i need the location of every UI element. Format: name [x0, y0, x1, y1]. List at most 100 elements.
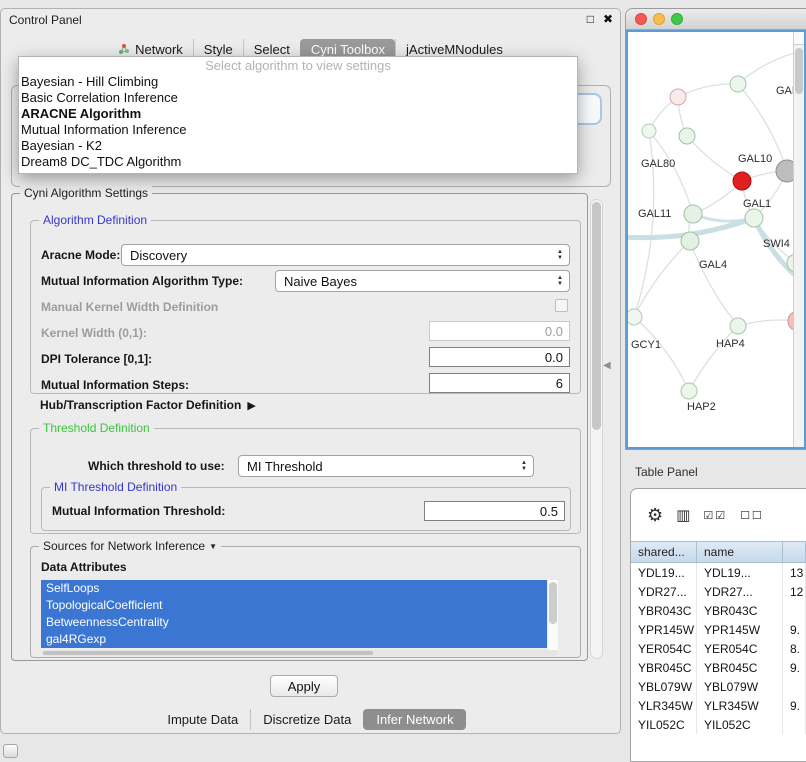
network-node-left1[interactable]: [642, 124, 656, 138]
network-node-gal11[interactable]: [684, 205, 702, 223]
column-header-col-2[interactable]: [783, 542, 806, 562]
table-row[interactable]: YER054CYER054C8.: [631, 639, 806, 658]
apply-button[interactable]: Apply: [270, 675, 338, 697]
network-view-window: GALGAL80GAL10GAL11GAL1SWI4GAL4GCY1HAP4HA…: [625, 8, 806, 450]
table-row[interactable]: YBR043CYBR043C: [631, 601, 806, 620]
column-header-shared[interactable]: shared...: [631, 542, 697, 562]
kernel-width-field[interactable]: 0.0: [429, 321, 570, 341]
which-threshold-select[interactable]: MI Threshold ▲▼: [238, 455, 534, 477]
node-label-swi4: SWI4: [763, 238, 790, 250]
mi-steps-field[interactable]: 6: [429, 373, 570, 393]
bottom-tab-impute-data[interactable]: Impute Data: [155, 709, 250, 730]
scrollbar-thumb[interactable]: [795, 48, 803, 94]
data-attributes-label: Data Attributes: [41, 560, 127, 574]
network-node-gcy1[interactable]: [628, 309, 642, 325]
network-edge: [634, 317, 689, 391]
mi-threshold-group: MI Threshold Definition Mutual Informati…: [41, 487, 571, 531]
network-node-gal4[interactable]: [681, 232, 699, 250]
traffic-light-buttons: [635, 13, 683, 25]
manual-kernel-label: Manual Kernel Width Definition: [41, 300, 218, 314]
splitter-collapse-icon[interactable]: ◀: [603, 360, 611, 371]
table-panel-title: Table Panel: [635, 465, 698, 479]
scrollbar-thumb[interactable]: [592, 202, 601, 430]
algorithm-definition-legend: Algorithm Definition: [39, 213, 151, 227]
float-window-button[interactable]: □: [587, 12, 594, 26]
threshold-definition-legend: Threshold Definition: [39, 421, 154, 435]
attributes-vertical-scrollbar[interactable]: [548, 580, 558, 650]
network-node-hap4[interactable]: [730, 318, 746, 334]
node-label-gcy1: GCY1: [631, 339, 661, 351]
which-threshold-label: Which threshold to use:: [88, 459, 225, 473]
algorithm-option-bayesian-hill-climbing[interactable]: Bayesian - Hill Climbing: [19, 74, 577, 90]
attribute-item-topologicalcoefficient[interactable]: TopologicalCoefficient: [41, 597, 547, 614]
network-node-gal10[interactable]: [776, 160, 794, 182]
settings-scrollbar[interactable]: [590, 199, 603, 659]
table-row[interactable]: YPR145WYPR145W9.: [631, 620, 806, 639]
mi-steps-label: Mutual Information Steps:: [41, 378, 189, 392]
kernel-width-label: Kernel Width (0,1):: [41, 326, 147, 340]
mi-threshold-field[interactable]: 0.5: [424, 501, 565, 521]
dpi-tolerance-field[interactable]: 0.0: [429, 347, 570, 367]
bottom-tab-discretize-data[interactable]: Discretize Data: [250, 709, 363, 730]
control-panel-window: Control Panel □ ✖ NetworkStyleSelectCyni…: [0, 8, 621, 734]
network-node-hap2[interactable]: [681, 383, 697, 399]
mi-algorithm-type-select[interactable]: Naive Bayes ▲▼: [275, 270, 570, 292]
cyni-bottom-tabbar: Impute DataDiscretize DataInfer Network: [1, 709, 620, 730]
network-node-gal80[interactable]: [679, 128, 695, 144]
table-row[interactable]: YIL052CYIL052C: [631, 715, 806, 734]
close-button[interactable]: [635, 13, 647, 25]
network-edge: [738, 52, 794, 84]
table-row[interactable]: YDL19...YDL19...13: [631, 563, 806, 582]
table-row[interactable]: YDR27...YDR27...12: [631, 582, 806, 601]
columns-icon[interactable]: ▥: [676, 506, 690, 524]
expand-hub-icon[interactable]: ▶: [247, 399, 255, 412]
network-node-pink-top[interactable]: [670, 89, 686, 105]
aracne-mode-select[interactable]: Discovery ▲▼: [121, 244, 570, 266]
hub-definition-toggle[interactable]: Hub/Transcription Factor Definition ▶: [40, 398, 256, 412]
bottom-tab-infer-network[interactable]: Infer Network: [363, 709, 465, 730]
scrollbar-button[interactable]: [794, 32, 804, 45]
table-toolbar: ⚙ ▥ ☑☑ ☐☐: [631, 489, 806, 541]
attribute-item-gal4rgexp[interactable]: gal4RGexp: [41, 631, 547, 648]
hide-columns-icon[interactable]: ☐☐: [740, 509, 764, 522]
algorithm-option-aracne-algorithm[interactable]: ARACNE Algorithm: [19, 106, 577, 122]
network-node-green-top[interactable]: [730, 76, 746, 92]
network-edge: [687, 136, 742, 181]
algorithm-option-basic-correlation-inference[interactable]: Basic Correlation Inference: [19, 90, 577, 106]
attribute-item-selfloops[interactable]: SelfLoops: [41, 580, 547, 597]
mi-threshold-label: Mutual Information Threshold:: [52, 504, 225, 518]
algorithm-option-bayesian-k2[interactable]: Bayesian - K2: [19, 138, 577, 154]
show-columns-icon[interactable]: ☑☑: [703, 509, 727, 522]
table-row[interactable]: YBR045CYBR045C9.: [631, 658, 806, 677]
algorithm-dropdown-popup: Select algorithm to view settings Bayesi…: [18, 56, 578, 174]
network-vertical-scrollbar[interactable]: [793, 32, 804, 447]
stepper-icon: ▲▼: [518, 461, 533, 472]
panel-title: Control Panel: [9, 13, 82, 27]
zoom-button[interactable]: [671, 13, 683, 25]
attribute-item-betweennesscentrality[interactable]: BetweennessCentrality: [41, 614, 547, 631]
close-panel-button[interactable]: ✖: [603, 12, 613, 26]
network-node-red[interactable]: [733, 172, 751, 190]
column-header-name[interactable]: name: [697, 542, 783, 562]
table-row[interactable]: YBL079WYBL079W: [631, 677, 806, 696]
algorithm-option-dream8-dc-tdc-algorithm[interactable]: Dream8 DC_TDC Algorithm: [19, 154, 577, 170]
network-window-titlebar[interactable]: [626, 9, 806, 30]
restore-panel-icon[interactable]: [3, 744, 18, 758]
network-edge: [689, 326, 738, 391]
scrollbar-thumb[interactable]: [43, 651, 373, 655]
collapse-sources-icon[interactable]: ▼: [209, 542, 217, 551]
algorithm-option-mutual-information-inference[interactable]: Mutual Information Inference: [19, 122, 577, 138]
data-attributes-list[interactable]: SelfLoopsTopologicalCoefficientBetweenne…: [41, 580, 558, 650]
network-node-gal1[interactable]: [745, 209, 763, 227]
stepper-icon: ▲▼: [554, 276, 569, 287]
control-panel-titlebar: Control Panel: [1, 9, 620, 31]
network-canvas[interactable]: GALGAL80GAL10GAL11GAL1SWI4GAL4GCY1HAP4HA…: [628, 32, 794, 449]
manual-kernel-checkbox[interactable]: [555, 299, 568, 312]
node-label-hap2: HAP2: [687, 401, 716, 413]
minimize-button[interactable]: [653, 13, 665, 25]
table-row[interactable]: YLR345WYLR345W9.: [631, 696, 806, 715]
attributes-horizontal-scrollbar[interactable]: [41, 650, 558, 656]
gear-icon[interactable]: ⚙: [647, 505, 663, 526]
settings-legend: Cyni Algorithm Settings: [20, 186, 152, 200]
scrollbar-thumb[interactable]: [549, 582, 557, 624]
